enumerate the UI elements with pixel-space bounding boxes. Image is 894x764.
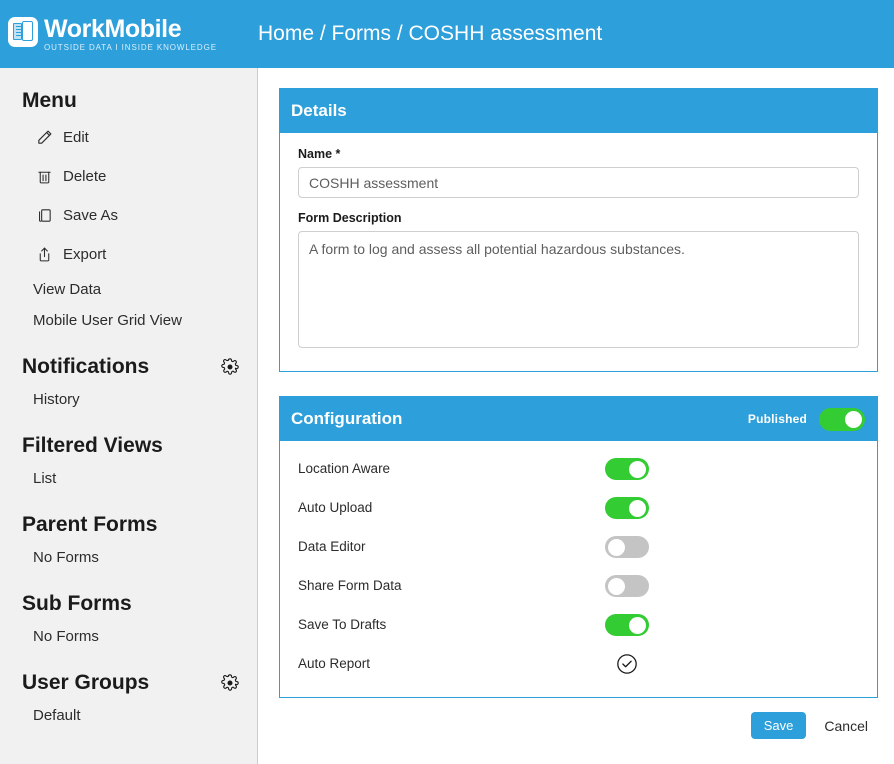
- sidebar: Menu Edit Delete Save As Export View Dat…: [0, 68, 258, 764]
- config-row-data-editor: Data Editor: [298, 527, 859, 566]
- sidebar-item-label: Export: [63, 246, 107, 263]
- config-row-label: Data Editor: [298, 539, 366, 554]
- auto-upload-toggle[interactable]: [605, 496, 649, 519]
- sidebar-item-label: Edit: [63, 129, 89, 146]
- sidebar-section-title: Parent Forms: [22, 513, 158, 536]
- name-input[interactable]: [298, 167, 859, 198]
- sidebar-item-list[interactable]: List: [0, 463, 257, 494]
- app-root: WorkMobile OUTSIDE DATA I INSIDE KNOWLED…: [0, 0, 894, 764]
- config-row-label: Share Form Data: [298, 578, 402, 593]
- config-row-auto-report: Auto Report: [298, 644, 859, 683]
- sidebar-section-notifications: Notifications: [0, 350, 257, 384]
- details-card-title: Details: [291, 101, 347, 120]
- top-bar: WorkMobile OUTSIDE DATA I INSIDE KNOWLED…: [0, 0, 894, 68]
- sidebar-item-label: View Data: [33, 281, 102, 298]
- sidebar-item-sub-no-forms: No Forms: [0, 621, 257, 652]
- sidebar-item-label: List: [33, 470, 57, 487]
- sidebar-item-history[interactable]: History: [0, 384, 257, 415]
- details-card-header: Details: [280, 89, 877, 133]
- config-row-share-form-data: Share Form Data: [298, 566, 859, 605]
- published-toggle[interactable]: [819, 407, 865, 431]
- sidebar-item-label: No Forms: [33, 549, 99, 566]
- config-row-label: Auto Report: [298, 656, 371, 671]
- documents-icon: [8, 17, 38, 47]
- sidebar-item-edit[interactable]: Edit: [0, 118, 257, 157]
- main-content: Details Name * Form Description Configur…: [259, 68, 894, 764]
- config-row-auto-upload: Auto Upload: [298, 488, 859, 527]
- sidebar-item-delete[interactable]: Delete: [0, 157, 257, 196]
- sidebar-item-default[interactable]: Default: [0, 700, 257, 731]
- brand-name: WorkMobile: [44, 14, 182, 43]
- form-description-textarea[interactable]: [298, 231, 859, 348]
- config-row-label: Location Aware: [298, 461, 391, 476]
- trash-icon: [35, 167, 54, 186]
- details-card: Details Name * Form Description: [279, 88, 878, 372]
- sidebar-section-title: Menu: [22, 89, 77, 112]
- brand-tagline: OUTSIDE DATA I INSIDE KNOWLEDGE: [44, 42, 217, 52]
- pencil-icon: [35, 128, 54, 147]
- configuration-card-title: Configuration: [291, 409, 403, 428]
- sidebar-item-label: Mobile User Grid View: [33, 312, 182, 329]
- details-card-body: Name * Form Description: [280, 133, 877, 371]
- footer-actions: Save Cancel: [279, 712, 878, 739]
- gear-icon[interactable]: [221, 674, 239, 692]
- sidebar-item-save-as[interactable]: Save As: [0, 196, 257, 235]
- sidebar-section-title: User Groups: [22, 671, 150, 694]
- sidebar-item-label: Delete: [63, 168, 107, 185]
- sidebar-section-parent-forms: Parent Forms: [0, 508, 257, 542]
- configuration-card: Configuration Published Location Aware A…: [279, 396, 878, 698]
- sidebar-item-label: Default: [33, 707, 81, 724]
- upload-icon: [35, 245, 54, 264]
- sidebar-section-title: Sub Forms: [22, 592, 132, 615]
- sidebar-section-filtered-views: Filtered Views: [0, 429, 257, 463]
- configuration-card-body: Location Aware Auto Upload Data Editor S…: [280, 441, 877, 697]
- location-aware-toggle[interactable]: [605, 457, 649, 480]
- config-row-label: Save To Drafts: [298, 617, 387, 632]
- config-row-location-aware: Location Aware: [298, 449, 859, 488]
- form-description-label: Form Description: [298, 211, 402, 225]
- config-row-label: Auto Upload: [298, 500, 373, 515]
- breadcrumb[interactable]: Home / Forms / COSHH assessment: [258, 22, 602, 46]
- sidebar-section-menu: Menu: [0, 84, 257, 118]
- published-label: Published: [747, 412, 807, 426]
- sidebar-section-sub-forms: Sub Forms: [0, 587, 257, 621]
- sidebar-item-export[interactable]: Export: [0, 235, 257, 274]
- copy-icon: [35, 206, 54, 225]
- sidebar-section-title: Notifications: [22, 355, 150, 378]
- sidebar-item-label: No Forms: [33, 628, 99, 645]
- name-label: Name *: [298, 147, 341, 161]
- sidebar-item-view-data[interactable]: View Data: [0, 274, 257, 305]
- sidebar-item-mobile-user-grid-view[interactable]: Mobile User Grid View: [0, 305, 257, 336]
- sidebar-item-label: Save As: [63, 207, 119, 224]
- config-row-save-to-drafts: Save To Drafts: [298, 605, 859, 644]
- sidebar-item-parent-no-forms: No Forms: [0, 542, 257, 573]
- save-button[interactable]: Save: [750, 712, 807, 739]
- gear-icon[interactable]: [221, 358, 239, 376]
- sidebar-item-label: History: [33, 391, 80, 408]
- check-circle-icon[interactable]: [616, 653, 638, 675]
- configuration-card-header: Configuration Published: [280, 397, 877, 441]
- data-editor-toggle[interactable]: [605, 535, 649, 558]
- sidebar-section-user-groups: User Groups: [0, 666, 257, 700]
- cancel-button[interactable]: Cancel: [818, 717, 874, 735]
- save-to-drafts-toggle[interactable]: [605, 613, 649, 636]
- brand-logo-area[interactable]: WorkMobile OUTSIDE DATA I INSIDE KNOWLED…: [0, 0, 258, 68]
- sidebar-section-title: Filtered Views: [22, 434, 163, 457]
- share-form-data-toggle[interactable]: [605, 574, 649, 597]
